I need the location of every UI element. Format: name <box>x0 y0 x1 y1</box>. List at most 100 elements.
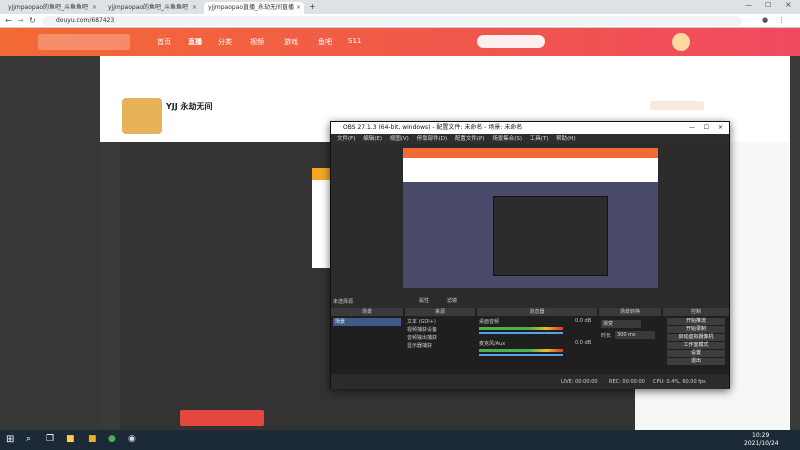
live-timer: LIVE: 00:00:00 <box>561 379 598 385</box>
obs-preview[interactable] <box>403 148 658 288</box>
windows-start-icon[interactable]: ⊞ <box>6 434 14 445</box>
search-input[interactable] <box>477 35 545 48</box>
clock-time: 10:29 <box>752 432 770 439</box>
exit-button[interactable]: 退出 <box>667 358 725 365</box>
source-item[interactable]: 文本 (GDI+) <box>407 318 436 326</box>
close-icon[interactable]: × <box>296 2 301 14</box>
rec-timer: REC: 00:00:00 <box>609 379 645 385</box>
volume-meter <box>479 349 563 352</box>
properties-button[interactable]: 属性 <box>419 297 429 304</box>
settings-button[interactable]: 设置 <box>667 350 725 357</box>
menu-tools[interactable]: 工具(T) <box>530 136 549 142</box>
mixer-track-name: 麦克风/Aux <box>479 341 506 347</box>
taskbar: ⊞ ⌕ ❐ ■ ■ ● ◉ 10:29 2021/10/24 <box>0 430 800 450</box>
follow-button[interactable] <box>650 101 704 110</box>
cpu-fps: CPU: 0.4%, 60.00 fps <box>653 379 706 385</box>
left-sidebar <box>0 56 100 430</box>
start-recording-button[interactable]: 开始录制 <box>667 326 725 333</box>
studio-mode-button[interactable]: 工作室模式 <box>667 342 725 349</box>
mixer-track-name: 桌面音频 <box>479 319 500 325</box>
minimize-icon[interactable]: — <box>689 122 695 134</box>
obs-docks: 场景 来源 混音器 场景转换 控制 场景 文本 (GDI+) 视频捕获设备 音频… <box>331 308 729 374</box>
dock-controls-header: 控制 <box>663 308 729 316</box>
source-item[interactable]: 音频输出捕获 <box>407 334 437 342</box>
minimize-icon[interactable]: — <box>745 1 752 9</box>
tab-label: yjjmpaopao的鱼吧_斗鱼鱼吧 <box>8 4 89 11</box>
nav-category[interactable]: 分类 <box>218 37 232 47</box>
preview-nested-obs <box>493 196 608 276</box>
chat-notice <box>180 410 264 426</box>
profile-icon[interactable]: ● <box>762 16 768 24</box>
nav-s11[interactable]: S11 <box>348 37 361 45</box>
obs-title: OBS 27.1.3 (64-bit, windows) - 配置文件: 未命名… <box>343 124 523 131</box>
site-header: 首页 直播 分类 视频 游戏 鱼吧 S11 <box>0 28 800 56</box>
nav-video[interactable]: 视频 <box>250 37 264 47</box>
menu-help[interactable]: 帮助(H) <box>556 136 575 142</box>
nav-live[interactable]: 直播 <box>188 37 202 47</box>
nav-home[interactable]: 首页 <box>157 37 171 47</box>
volume-slider[interactable] <box>479 354 563 356</box>
preview-site-room <box>403 158 658 182</box>
menu-docks[interactable]: 停靠部件(D) <box>417 136 448 142</box>
volume-slider[interactable] <box>479 332 563 334</box>
url-input[interactable]: douyu.com/687423 <box>42 16 742 26</box>
preview-site-header <box>403 148 658 158</box>
menu-scene-collection[interactable]: 场景集合(S) <box>492 136 522 142</box>
reload-icon[interactable]: ↻ <box>29 16 36 25</box>
obs-menu-bar: 文件(F) 编辑(E) 视图(V) 停靠部件(D) 配置文件(P) 场景集合(S… <box>331 134 729 144</box>
streamer-name: YJJ 永劫无间 <box>166 102 213 111</box>
chrome-icon[interactable]: ● <box>108 434 116 444</box>
browser-tab[interactable]: yjjmpaopao的鱼吧_斗鱼鱼吧 × <box>4 2 100 14</box>
volume-meter <box>479 327 563 330</box>
forward-icon[interactable]: → <box>17 16 24 25</box>
tab-label: yjjmpaopao的鱼吧_斗鱼鱼吧 <box>108 4 189 11</box>
clock-date: 2021/10/24 <box>744 440 779 447</box>
search-icon[interactable]: ⌕ <box>26 434 31 444</box>
filters-button[interactable]: 滤镜 <box>447 297 457 304</box>
back-icon[interactable]: ← <box>5 16 12 25</box>
browser-tab-active[interactable]: yjjmpaopao直播_永劫无间直播 × <box>204 2 304 14</box>
browser-tab[interactable]: yjjmpaopao的鱼吧_斗鱼鱼吧 × <box>104 2 200 14</box>
virtual-camera-button[interactable]: 启动虚拟摄像机 <box>667 334 725 341</box>
menu-icon[interactable]: ⋮ <box>778 16 785 24</box>
dock-mixer-header: 混音器 <box>477 308 597 316</box>
scene-item[interactable]: 场景 <box>333 318 401 326</box>
transition-duration-input[interactable]: 300 ms <box>615 331 655 339</box>
nav-yuba[interactable]: 鱼吧 <box>318 37 332 47</box>
transition-duration-label: 时长 <box>601 333 612 339</box>
menu-view[interactable]: 视图(V) <box>390 136 409 142</box>
no-source-label: 未选择源 <box>333 299 354 305</box>
streamer-avatar[interactable] <box>122 98 162 134</box>
menu-edit[interactable]: 编辑(E) <box>363 136 382 142</box>
obs-window: OBS 27.1.3 (64-bit, windows) - 配置文件: 未命名… <box>330 121 730 389</box>
file-explorer-icon[interactable]: ■ <box>66 434 75 444</box>
task-view-icon[interactable]: ❐ <box>46 434 54 444</box>
dock-scenes-header: 场景 <box>331 308 403 316</box>
address-bar: ← → ↻ douyu.com/687423 ● ⋮ <box>0 14 800 28</box>
source-item[interactable]: 视频捕获设备 <box>407 326 437 334</box>
menu-file[interactable]: 文件(F) <box>337 136 355 142</box>
maximize-icon[interactable]: ☐ <box>765 1 771 9</box>
close-icon[interactable]: × <box>718 122 723 134</box>
avatar[interactable] <box>672 33 690 51</box>
new-tab-icon[interactable]: + <box>309 2 316 11</box>
mixer-track-db: 0.0 dB <box>575 318 592 324</box>
start-streaming-button[interactable]: 开始推流 <box>667 318 725 325</box>
site-logo[interactable] <box>38 34 130 50</box>
mixer-track-db: 0.0 dB <box>575 340 592 346</box>
obs-icon[interactable]: ◉ <box>128 434 136 444</box>
app-icon[interactable]: ■ <box>88 434 97 444</box>
source-item[interactable]: 显示器捕获 <box>407 342 432 350</box>
transition-select[interactable]: 渐变 <box>601 320 641 328</box>
close-window-icon[interactable]: × <box>785 0 792 9</box>
close-icon[interactable]: × <box>192 2 197 14</box>
menu-profile[interactable]: 配置文件(P) <box>455 136 485 142</box>
close-icon[interactable]: × <box>92 2 97 14</box>
browser-tab-bar: yjjmpaopao的鱼吧_斗鱼鱼吧 × yjjmpaopao的鱼吧_斗鱼鱼吧 × … <box>0 0 800 14</box>
maximize-icon[interactable]: ☐ <box>704 122 709 134</box>
tab-label: yjjmpaopao直播_永劫无间直播 <box>208 4 295 11</box>
nav-game[interactable]: 游戏 <box>284 37 298 47</box>
obs-title-bar: OBS 27.1.3 (64-bit, windows) - 配置文件: 未命名… <box>331 122 729 134</box>
dock-sources-header: 来源 <box>405 308 475 316</box>
dock-transitions-header: 场景转换 <box>599 308 661 316</box>
